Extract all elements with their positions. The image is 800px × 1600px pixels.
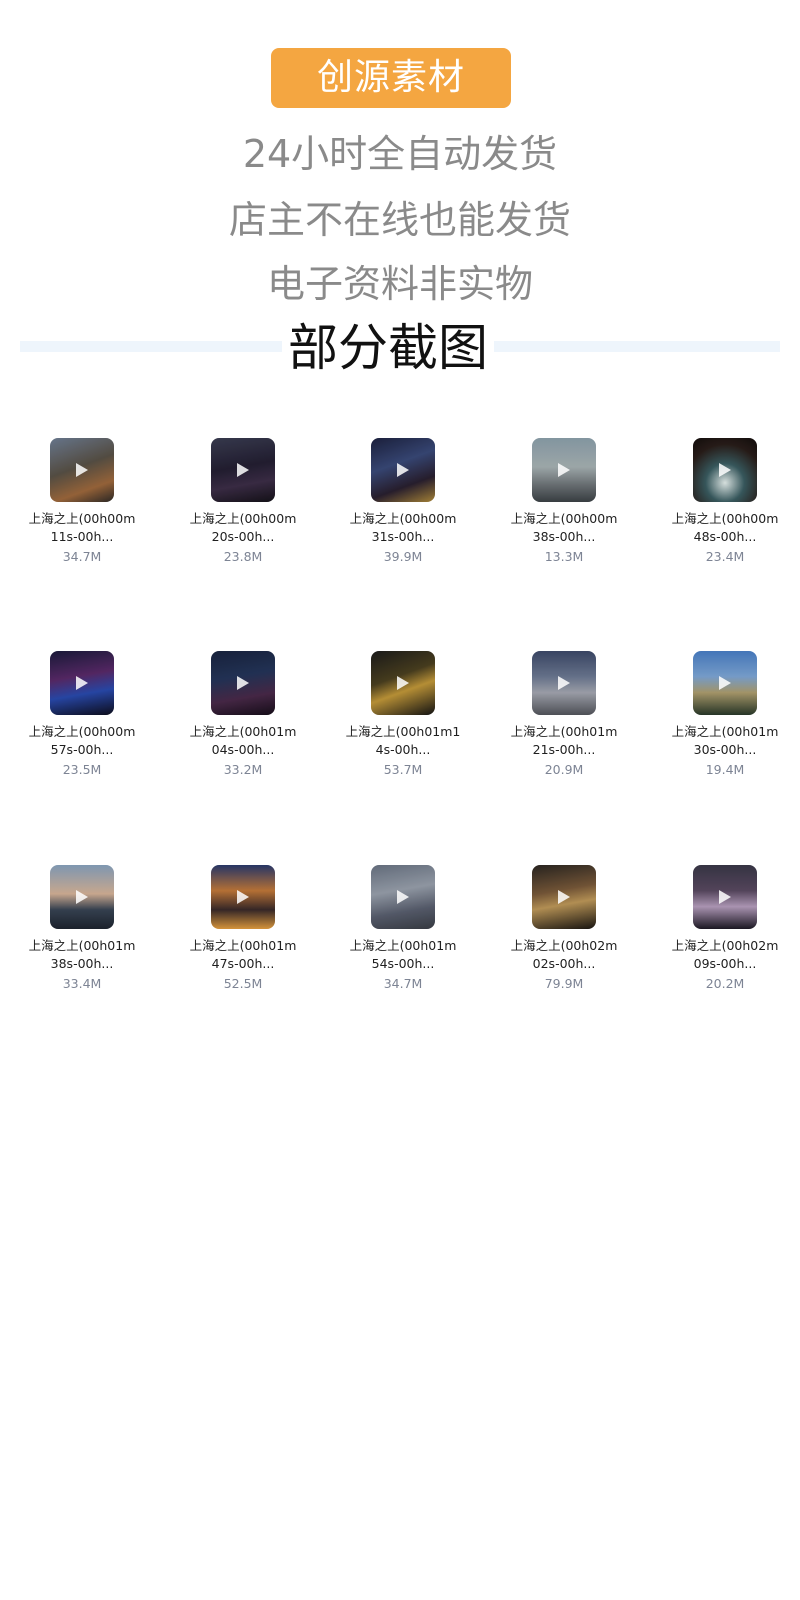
play-icon: [397, 676, 409, 690]
file-name: 上海之上(00h02m 02s-00h...: [510, 938, 618, 971]
video-thumbnail[interactable]: [371, 438, 435, 502]
video-thumbnail[interactable]: [211, 651, 275, 715]
file-size: 53.7M: [383, 762, 423, 777]
file-tile[interactable]: 上海之上(00h01m1 4s-00h... 53.7M: [338, 651, 468, 791]
file-grid-row: 上海之上(00h01m 38s-00h... 33.4M 上海之上(00h01m 4…: [0, 865, 800, 1005]
video-thumbnail[interactable]: [371, 651, 435, 715]
play-icon: [237, 676, 249, 690]
play-icon: [719, 463, 731, 477]
slogan-offline-delivery: 店主不在线也能发货: [228, 198, 571, 242]
video-thumbnail[interactable]: [50, 865, 114, 929]
section-title: 部分截图: [288, 319, 488, 377]
slogan-digital-material: 电子资料非实物: [266, 262, 533, 306]
file-name: 上海之上(00h02m 09s-00h...: [671, 938, 779, 971]
file-tile[interactable]: 上海之上(00h01m 30s-00h... 19.4M: [660, 651, 790, 791]
file-grid-row: 上海之上(00h00m 57s-00h... 23.5M 上海之上(00h01m 0…: [0, 651, 800, 791]
video-thumbnail[interactable]: [371, 865, 435, 929]
file-tile[interactable]: 上海之上(00h00m 57s-00h... 23.5M: [17, 651, 147, 791]
file-tile[interactable]: 上海之上(00h01m 47s-00h... 52.5M: [178, 865, 308, 1005]
file-tile[interactable]: 上海之上(00h00m 38s-00h... 13.3M: [499, 438, 629, 578]
play-icon: [397, 890, 409, 904]
video-thumbnail[interactable]: [50, 438, 114, 502]
file-tile[interactable]: 上海之上(00h00m 48s-00h... 23.4M: [660, 438, 790, 578]
play-icon: [76, 463, 88, 477]
video-thumbnail[interactable]: [211, 865, 275, 929]
file-name: 上海之上(00h00m 31s-00h...: [349, 511, 457, 544]
play-icon: [397, 463, 409, 477]
file-name: 上海之上(00h00m 38s-00h...: [510, 511, 618, 544]
play-icon: [558, 890, 570, 904]
file-name: 上海之上(00h00m 48s-00h...: [671, 511, 779, 544]
file-name: 上海之上(00h01m1 4s-00h...: [345, 724, 461, 757]
video-thumbnail[interactable]: [693, 438, 757, 502]
brand-badge: 创源素材: [271, 48, 511, 108]
file-name: 上海之上(00h01m 38s-00h...: [28, 938, 136, 971]
divider-left: [20, 341, 282, 352]
file-tile[interactable]: 上海之上(00h02m 09s-00h... 20.2M: [660, 865, 790, 1005]
file-name: 上海之上(00h01m 04s-00h...: [189, 724, 297, 757]
file-size: 23.4M: [705, 549, 745, 564]
video-thumbnail[interactable]: [50, 651, 114, 715]
file-tile[interactable]: 上海之上(00h00m 20s-00h... 23.8M: [178, 438, 308, 578]
slogan-auto-delivery: 24小时全自动发货: [242, 132, 558, 176]
file-name: 上海之上(00h01m 30s-00h...: [671, 724, 779, 757]
video-thumbnail[interactable]: [532, 438, 596, 502]
file-tile[interactable]: 上海之上(00h01m 04s-00h... 33.2M: [178, 651, 308, 791]
file-name: 上海之上(00h00m 11s-00h...: [28, 511, 136, 544]
file-size: 33.2M: [223, 762, 263, 777]
file-tile[interactable]: 上海之上(00h00m 11s-00h... 34.7M: [17, 438, 147, 578]
video-thumbnail[interactable]: [532, 651, 596, 715]
file-size: 33.4M: [62, 976, 102, 991]
play-icon: [237, 463, 249, 477]
file-size: 13.3M: [544, 549, 584, 564]
file-tile[interactable]: 上海之上(00h00m 31s-00h... 39.9M: [338, 438, 468, 578]
file-size: 39.9M: [383, 549, 423, 564]
file-size: 34.7M: [62, 549, 102, 564]
file-name: 上海之上(00h01m 54s-00h...: [349, 938, 457, 971]
divider-right: [494, 341, 780, 352]
video-thumbnail[interactable]: [693, 651, 757, 715]
play-icon: [237, 890, 249, 904]
file-size: 52.5M: [223, 976, 263, 991]
file-tile[interactable]: 上海之上(00h01m 38s-00h... 33.4M: [17, 865, 147, 1005]
file-size: 20.9M: [544, 762, 584, 777]
file-name: 上海之上(00h01m 21s-00h...: [510, 724, 618, 757]
file-tile[interactable]: 上海之上(00h02m 02s-00h... 79.9M: [499, 865, 629, 1005]
file-name: 上海之上(00h00m 20s-00h...: [189, 511, 297, 544]
file-tile[interactable]: 上海之上(00h01m 21s-00h... 20.9M: [499, 651, 629, 791]
play-icon: [719, 890, 731, 904]
video-thumbnail[interactable]: [693, 865, 757, 929]
play-icon: [558, 463, 570, 477]
video-thumbnail[interactable]: [211, 438, 275, 502]
file-size: 79.9M: [544, 976, 584, 991]
file-grid-row: 上海之上(00h00m 11s-00h... 34.7M 上海之上(00h00m 2…: [0, 438, 800, 578]
file-tile[interactable]: 上海之上(00h01m 54s-00h... 34.7M: [338, 865, 468, 1005]
page: 创源素材 24小时全自动发货 店主不在线也能发货 电子资料非实物 部分截图 上海…: [0, 0, 800, 1600]
file-size: 34.7M: [383, 976, 423, 991]
file-size: 23.5M: [62, 762, 102, 777]
file-name: 上海之上(00h00m 57s-00h...: [28, 724, 136, 757]
play-icon: [76, 890, 88, 904]
video-thumbnail[interactable]: [532, 865, 596, 929]
file-size: 23.8M: [223, 549, 263, 564]
file-name: 上海之上(00h01m 47s-00h...: [189, 938, 297, 971]
file-size: 20.2M: [705, 976, 745, 991]
play-icon: [719, 676, 731, 690]
play-icon: [558, 676, 570, 690]
file-size: 19.4M: [705, 762, 745, 777]
play-icon: [76, 676, 88, 690]
section-header: 部分截图: [20, 318, 780, 382]
